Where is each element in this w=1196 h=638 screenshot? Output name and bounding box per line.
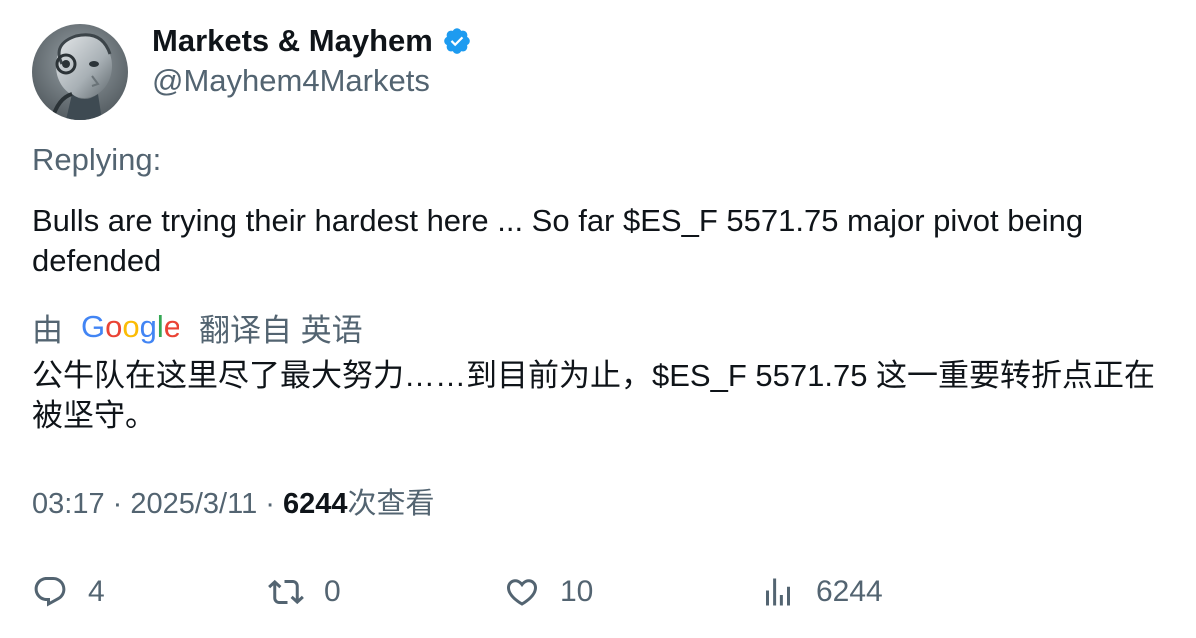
translation-attribution[interactable]: 由 Google 翻译自 英语 bbox=[32, 307, 363, 348]
reply-count: 4 bbox=[88, 575, 105, 608]
verified-badge-icon bbox=[444, 28, 470, 54]
svg-text:Google: Google bbox=[81, 309, 179, 344]
analytics-icon bbox=[766, 578, 790, 606]
views-action-count: 6244 bbox=[816, 575, 883, 608]
translated-text: 公牛队在这里尽了最大努力……到目前为止，$ES_F 5571.75 这一重要转折… bbox=[32, 358, 1156, 433]
replying-label: Replying: bbox=[32, 142, 162, 177]
avatar[interactable] bbox=[32, 24, 128, 120]
tweet-meta: 03:17 · 2025/3/11 · 6244次查看 bbox=[32, 485, 435, 523]
views-count: 6244 bbox=[283, 488, 348, 520]
views-button[interactable]: 6244 bbox=[760, 570, 883, 614]
meta-separator: · bbox=[112, 488, 131, 520]
retweet-button[interactable]: 0 bbox=[268, 570, 341, 614]
views-label: 次查看 bbox=[347, 488, 435, 520]
google-logo-icon: Google bbox=[81, 309, 179, 344]
translation-prefix: 由 bbox=[32, 312, 63, 348]
tweet-text: Bulls are trying their hardest here ... … bbox=[32, 203, 1084, 278]
translation-suffix: 翻译自 英语 bbox=[199, 312, 363, 348]
like-count: 10 bbox=[560, 575, 594, 608]
retweet-icon bbox=[268, 579, 304, 605]
retweet-count: 0 bbox=[324, 575, 341, 608]
author-display-name[interactable]: Markets & Mayhem bbox=[152, 22, 472, 60]
tweet-date[interactable]: 2025/3/11 bbox=[130, 488, 257, 520]
author-handle[interactable]: @Mayhem4Markets bbox=[152, 62, 430, 100]
reply-button[interactable]: 4 bbox=[32, 570, 105, 614]
reply-icon bbox=[34, 577, 66, 607]
meta-separator-2: · bbox=[265, 488, 284, 520]
robot-avatar-icon bbox=[32, 24, 128, 120]
author-name-text: Markets & Mayhem bbox=[152, 23, 433, 58]
heart-icon bbox=[506, 579, 538, 606]
like-button[interactable]: 10 bbox=[504, 570, 593, 614]
tweet-time[interactable]: 03:17 bbox=[32, 488, 105, 520]
